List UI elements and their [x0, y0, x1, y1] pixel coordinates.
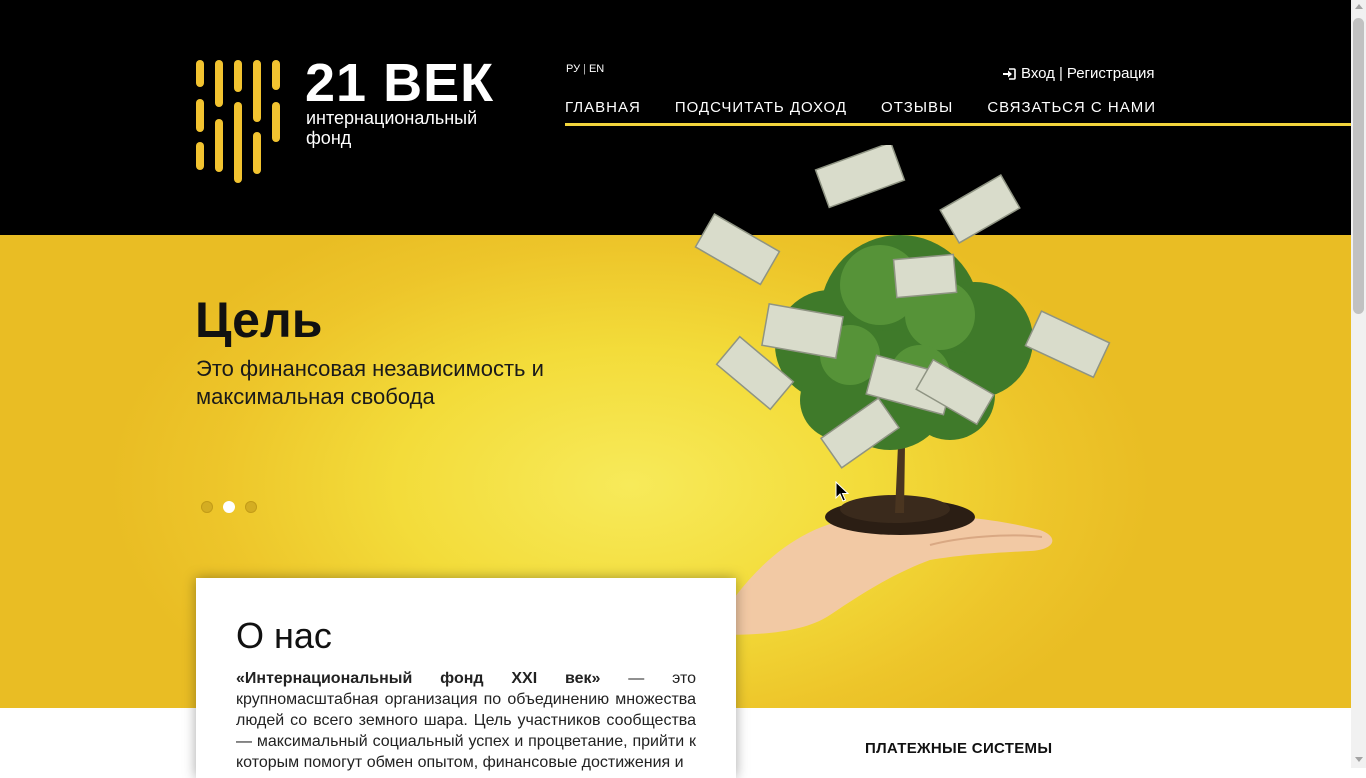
logo-subtitle-line2: фонд: [306, 128, 352, 148]
login-link[interactable]: Вход: [1021, 65, 1055, 82]
scroll-down-icon[interactable]: [1355, 757, 1363, 762]
logo-subtitle-line1: интернациональный: [306, 108, 478, 128]
nav-item-contact[interactable]: СВЯЗАТЬСЯ С НАМИ: [987, 99, 1156, 116]
nav-item-calculate-income[interactable]: ПОДСЧИТАТЬ ДОХОД: [675, 99, 847, 116]
logo-bars-icon: [196, 60, 280, 183]
hero-text: Это финансовая независимость и максималь…: [196, 356, 544, 409]
slider-dot-2[interactable]: [223, 501, 235, 513]
lang-ru-link[interactable]: РУ: [566, 63, 580, 75]
nav-item-home[interactable]: ГЛАВНАЯ: [565, 99, 641, 116]
language-switcher: РУ | EN: [566, 63, 604, 75]
sign-in-icon: [1003, 67, 1016, 80]
lang-en-link[interactable]: EN: [589, 63, 604, 75]
about-card: О нас «Интернациональный фонд XXI век» —…: [196, 578, 736, 778]
money-tree-illustration: [694, 145, 1111, 635]
payment-systems-title: ПЛАТЕЖНЫЕ СИСТЕМЫ: [865, 740, 1053, 757]
mouse-cursor-icon: [835, 481, 849, 502]
slider-dots: [201, 501, 267, 513]
scroll-up-icon[interactable]: [1355, 4, 1363, 9]
scrollbar-thumb[interactable]: [1353, 18, 1364, 314]
about-title: О нас: [236, 615, 332, 656]
slider-dot-1[interactable]: [201, 501, 213, 513]
lang-separator: |: [583, 63, 586, 75]
nav-underline: [565, 123, 1351, 126]
logo-title: 21 ВЕК: [305, 53, 495, 113]
hero-title: Цель: [195, 292, 323, 348]
register-link[interactable]: Регистрация: [1067, 65, 1155, 82]
main-nav: ГЛАВНАЯ ПОДСЧИТАТЬ ДОХОД ОТЗЫВЫ СВЯЗАТЬС…: [565, 99, 1156, 116]
nav-item-reviews[interactable]: ОТЗЫВЫ: [881, 99, 953, 116]
site-logo[interactable]: 21 ВЕК интернациональный фонд: [195, 53, 506, 183]
about-text-bold: «Интернациональный фонд XXI век»: [236, 670, 601, 687]
logo-subtitle: интернациональный фонд: [306, 108, 506, 148]
auth-links: Вход | Регистрация: [1002, 65, 1155, 82]
slider-dot-3[interactable]: [245, 501, 257, 513]
auth-separator: |: [1058, 65, 1063, 82]
about-text: «Интернациональный фонд XXI век» — это к…: [236, 668, 696, 773]
